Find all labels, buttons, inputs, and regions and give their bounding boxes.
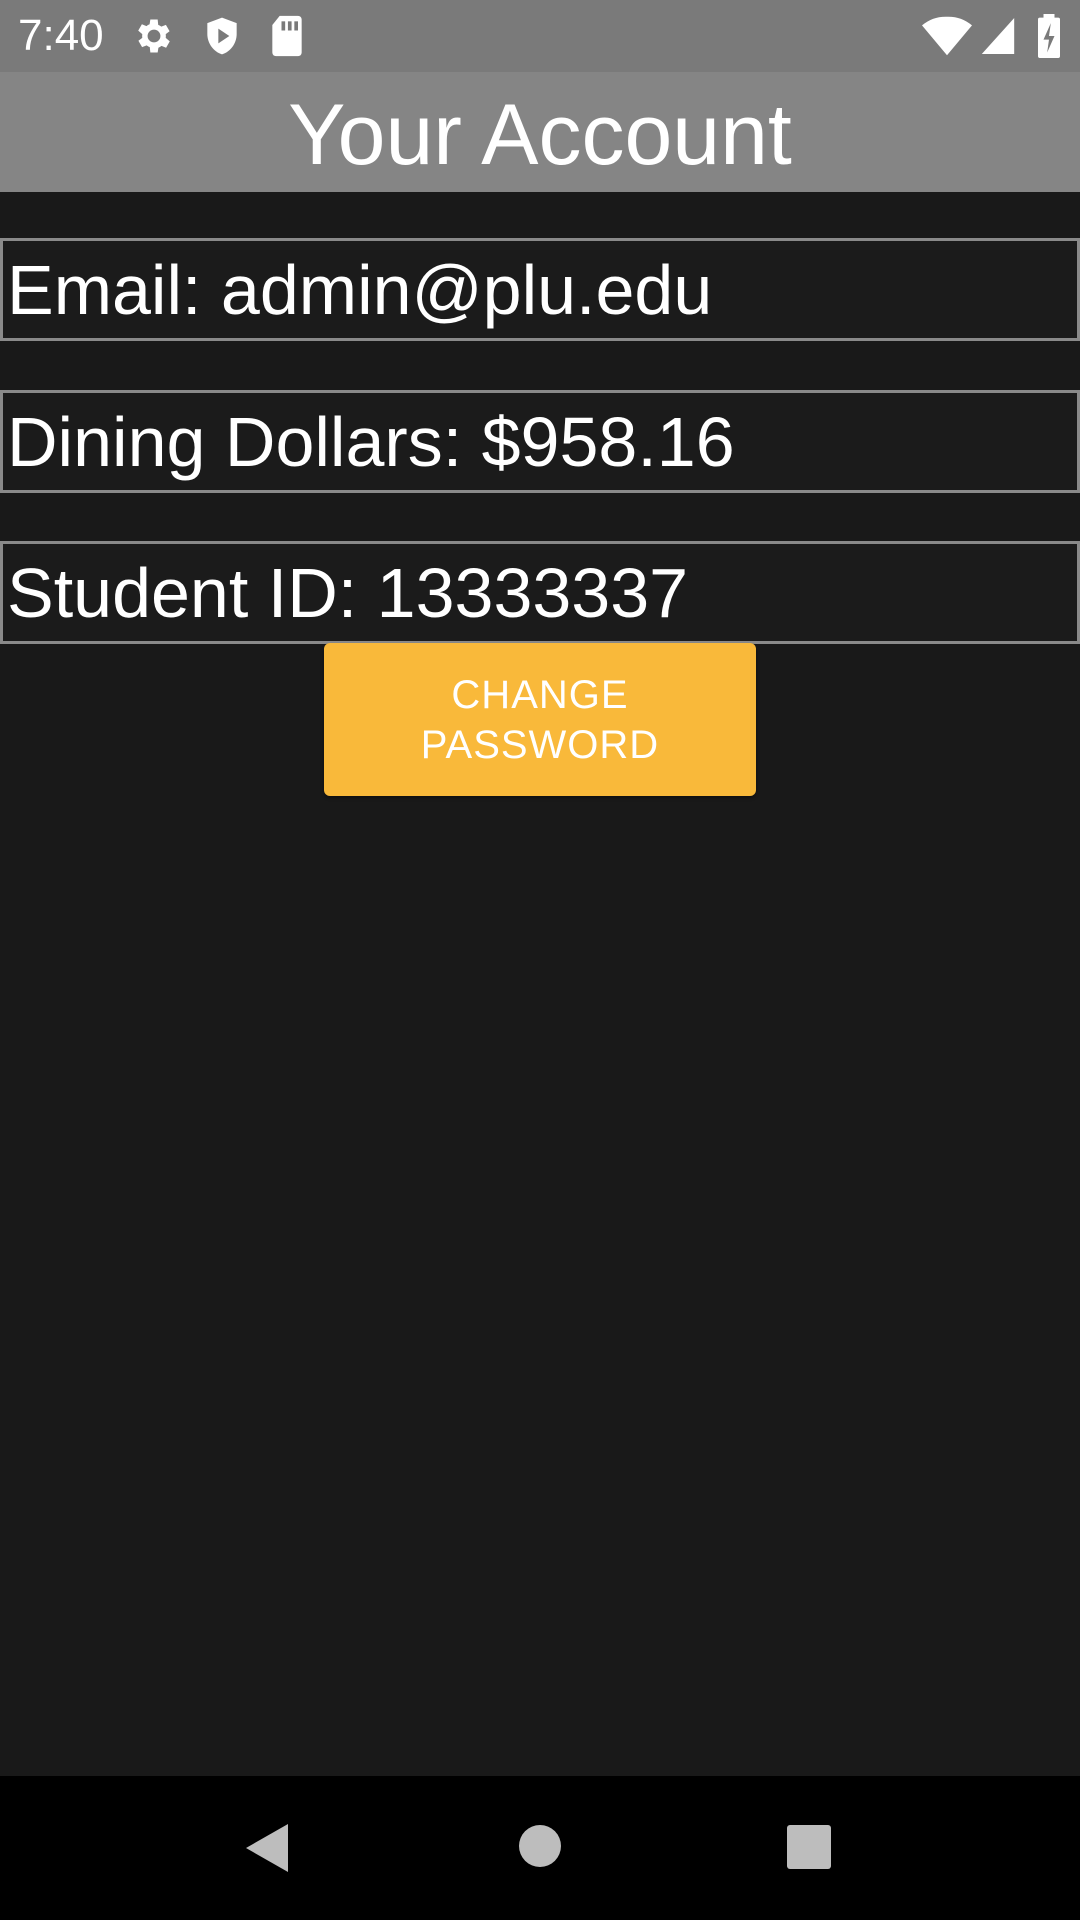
sd-card-icon [268,14,306,58]
back-icon[interactable] [244,1822,292,1879]
change-password-button[interactable]: CHANGE PASSWORD [324,643,756,796]
wifi-icon [922,14,972,58]
shield-play-icon [200,14,244,58]
gear-icon [132,14,176,58]
home-icon[interactable] [518,1824,562,1873]
email-text: Email: admin@plu.edu [7,250,713,329]
change-password-label: CHANGE PASSWORD [420,672,660,767]
battery-charging-icon [1036,14,1062,58]
student-id-text: Student ID: 13333337 [7,553,689,632]
signal-icon [980,14,1016,58]
navigation-bar [0,1776,1080,1920]
status-bar: 7:40 [0,0,1080,72]
app-bar: Your Account [0,72,1080,192]
page-title: Your Account [288,87,792,183]
dining-dollars-box: Dining Dollars: $958.16 [0,390,1080,493]
recents-icon[interactable] [786,1824,832,1875]
student-id-box: Student ID: 13333337 [0,541,1080,644]
status-time: 7:40 [18,11,104,60]
email-box: Email: admin@plu.edu [0,238,1080,341]
dining-dollars-text: Dining Dollars: $958.16 [7,402,735,481]
